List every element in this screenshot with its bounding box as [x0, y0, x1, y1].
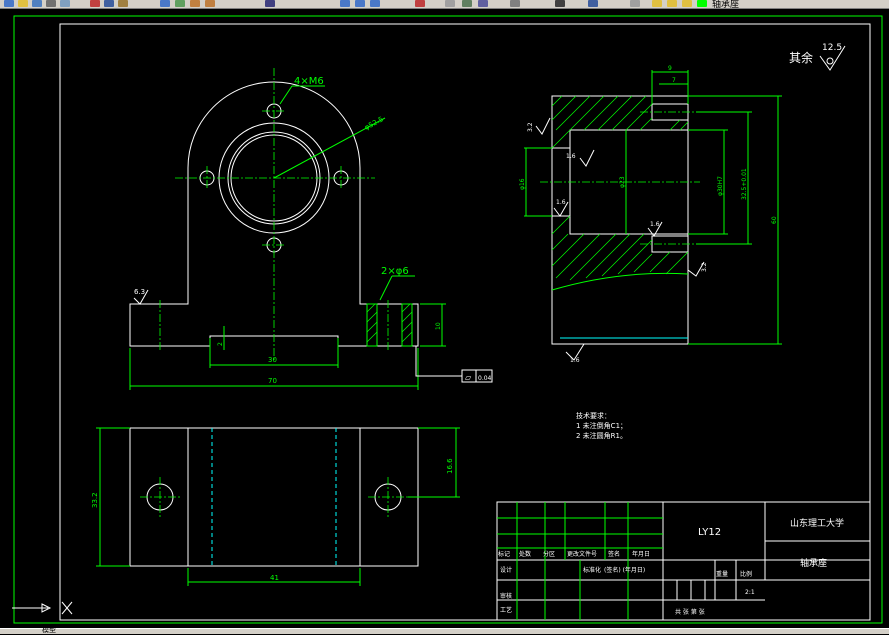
- zoom-window-icon[interactable]: [355, 0, 365, 7]
- preview-icon[interactable]: [60, 0, 70, 7]
- notes-title: 技术要求：: [576, 411, 611, 420]
- dim-top-7: 7: [672, 77, 676, 84]
- flatness-symbol-icon: ▱: [465, 373, 472, 382]
- layer-sun-icon[interactable]: [667, 0, 677, 7]
- dim-height-60: 60: [771, 216, 778, 224]
- drawing-canvas[interactable]: 其余 12.5 4×M6 φ52.5 2×φ6 6.3 70 30 2 10 ▱…: [0, 8, 889, 628]
- ucs-icon: [12, 601, 73, 615]
- match-properties-icon[interactable]: [160, 0, 170, 7]
- scale-value: 2:1: [745, 589, 755, 596]
- layer-bulb-icon[interactable]: [652, 0, 662, 7]
- section-hatch-bottom: [551, 215, 689, 281]
- dim-base-height: 10: [435, 322, 442, 330]
- paste-icon[interactable]: [118, 0, 128, 7]
- dim-bore-center: 32.5+0.01: [741, 168, 748, 200]
- svg-text:设计: 设计: [500, 566, 512, 574]
- svg-text:标记: 标记: [498, 550, 510, 558]
- new-file-icon[interactable]: [4, 0, 14, 7]
- design-center-icon[interactable]: [462, 0, 472, 7]
- calculator-icon[interactable]: [555, 0, 565, 7]
- zoom-previous-icon[interactable]: [370, 0, 380, 7]
- osnap-icon[interactable]: [265, 0, 275, 7]
- svg-text:工艺: 工艺: [500, 606, 512, 614]
- bore-diameter-callout: φ52.5: [363, 115, 385, 132]
- svg-text:1.6: 1.6: [570, 357, 580, 364]
- svg-text:3.2: 3.2: [701, 262, 708, 272]
- dim-top-height: 33.2: [91, 492, 99, 508]
- dim-width-70: 70: [268, 377, 277, 385]
- svg-text:年月日: 年月日: [632, 550, 650, 558]
- svg-text:3.2: 3.2: [527, 122, 534, 132]
- front-view: 4×M6 φ52.5 2×φ6 6.3 70 30 2 10 ▱ 0.04: [129, 68, 493, 390]
- general-roughness: 其余 12.5: [789, 43, 846, 71]
- roughness-side-top-icon: [535, 117, 551, 135]
- zoom-realtime-icon[interactable]: [340, 0, 350, 7]
- svg-text:签名: 签名: [608, 550, 620, 558]
- dim-d23: φ23: [619, 176, 626, 188]
- open-folder-icon[interactable]: [18, 0, 28, 7]
- dim-d16: φ16: [519, 178, 526, 190]
- material-label: LY12: [698, 527, 721, 538]
- outer-border: [13, 15, 883, 624]
- sheet-count: 共 张 第 张: [675, 608, 705, 616]
- copy-icon[interactable]: [104, 0, 114, 7]
- svg-text:重量: 重量: [716, 570, 728, 578]
- title-block: LY12 山东理工大学 轴承座 标记 处数 分区 更改文件号 签名 年月日 设计…: [496, 501, 871, 621]
- roughness-bore-icon: [579, 149, 595, 167]
- part-name: 轴承座: [800, 557, 827, 569]
- technical-notes: 技术要求： 1 未注倒角C1； 2 未注圆角R1。: [576, 411, 627, 440]
- undo-icon[interactable]: [190, 0, 200, 7]
- redo-icon[interactable]: [205, 0, 215, 7]
- layer-color-icon[interactable]: [697, 0, 707, 7]
- side-outline: [551, 95, 689, 345]
- pan-icon[interactable]: [175, 0, 185, 7]
- dim-top-width: 41: [270, 574, 279, 582]
- pin-hole-callout: 2×φ6: [381, 266, 409, 277]
- note-1: 1 未注倒角C1；: [576, 421, 627, 430]
- side-view: 9 7 3.2 1.6 1.6 1.6 3.2 1.6 φ16 φ23 φ30H…: [519, 65, 782, 364]
- print-icon[interactable]: [46, 0, 56, 7]
- status-bar: 模型: [0, 625, 889, 635]
- dim-slot-30: 30: [268, 356, 277, 364]
- thread-hole-callout: 4×M6: [294, 76, 324, 87]
- svg-text:1.6: 1.6: [650, 221, 660, 228]
- top-view: 33.2 16.6 41: [91, 427, 460, 586]
- properties-icon[interactable]: [415, 0, 425, 7]
- svg-text:处数: 处数: [519, 550, 531, 558]
- layer-lock-icon[interactable]: [682, 0, 692, 7]
- cut-icon[interactable]: [90, 0, 100, 7]
- svg-text:更改文件号: 更改文件号: [567, 550, 597, 558]
- save-icon[interactable]: [32, 0, 42, 7]
- svg-text:标准化: 标准化: [583, 566, 601, 574]
- svg-text:比例: 比例: [740, 570, 752, 578]
- svg-text:6.3: 6.3: [134, 288, 145, 296]
- svg-text:审核: 审核: [500, 592, 512, 600]
- dim-slot-depth: 2: [217, 342, 224, 346]
- roughness-prefix: 其余: [789, 50, 813, 65]
- note-2: 2 未注圆角R1。: [576, 431, 627, 440]
- svg-text:(签名) (年月日): (签名) (年月日): [604, 566, 645, 574]
- dim-top-offset: 16.6: [446, 458, 454, 474]
- svg-text:分区: 分区: [543, 550, 555, 558]
- model-tab[interactable]: 模型: [42, 625, 56, 635]
- dim-d30h7: φ30H7: [717, 176, 724, 196]
- svg-text:1.6: 1.6: [556, 199, 566, 206]
- flatness-value: 0.04: [478, 375, 492, 382]
- dim-top-9: 9: [668, 65, 672, 72]
- svg-text:1.6: 1.6: [566, 153, 576, 160]
- tool-palette-icon[interactable]: [478, 0, 488, 7]
- layer-manager-icon[interactable]: [630, 0, 640, 7]
- sheet-set-icon[interactable]: [510, 0, 520, 7]
- roughness-value: 12.5: [822, 43, 842, 53]
- help-icon[interactable]: [588, 0, 598, 7]
- school-name: 山东理工大学: [790, 517, 844, 529]
- text-style-icon[interactable]: [445, 0, 455, 7]
